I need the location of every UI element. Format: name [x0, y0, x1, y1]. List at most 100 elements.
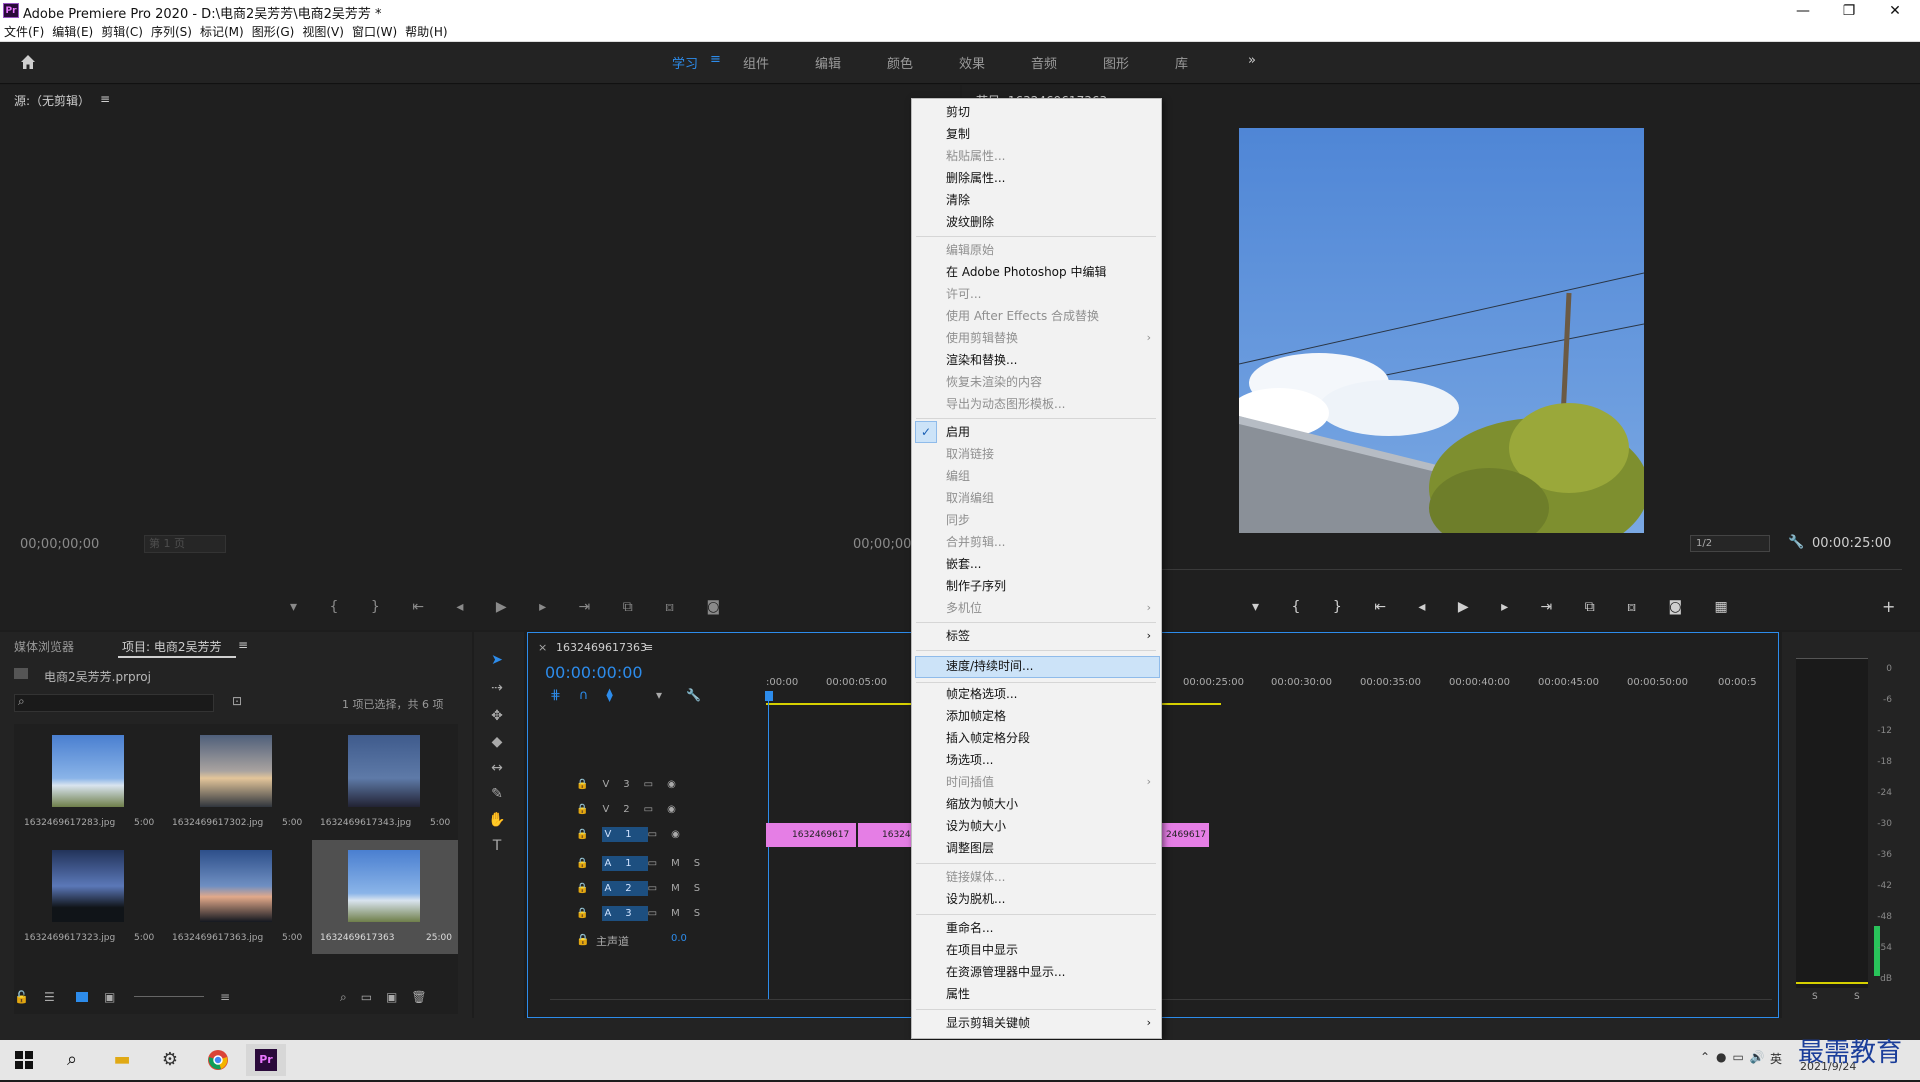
workspace-more-button[interactable]: »	[1248, 53, 1256, 68]
home-icon[interactable]	[18, 52, 38, 72]
menu-item-ripple-delete[interactable]: 波纹删除	[946, 212, 1156, 233]
menu-item-restore-unrendered[interactable]: 恢复未渲染的内容	[946, 372, 1156, 393]
type-tool-icon[interactable]: T	[487, 838, 507, 858]
menu-item-replace-with-ae[interactable]: 使用 After Effects 合成替换	[946, 306, 1156, 327]
settings-icon[interactable]: ⚙	[150, 1044, 190, 1076]
workspace-audio[interactable]: 音频	[1031, 53, 1057, 72]
track-select-tool-icon[interactable]: ⇢	[487, 680, 507, 700]
menu-item-paste-attributes[interactable]: 粘贴属性...	[946, 146, 1156, 167]
track-v3-controls[interactable]: 🔒V3▭◉	[576, 779, 690, 790]
menu-item-copy[interactable]: 复制	[946, 124, 1156, 145]
track-a3-controls[interactable]: 🔒 A3 ▭MS	[576, 906, 714, 921]
workspace-color[interactable]: 颜色	[887, 53, 913, 72]
sort-icon[interactable]: ≡	[220, 990, 230, 1004]
menu-item-speed-duration[interactable]: 速度/持续时间...	[946, 656, 1156, 677]
menu-edit[interactable]: 编辑(E)	[48, 22, 97, 42]
clip[interactable]: 2469617	[1161, 823, 1209, 847]
track-v1-controls[interactable]: 🔒 V1 ▭◉	[576, 827, 694, 842]
menu-item-reveal-in-project[interactable]: 在项目中显示	[946, 940, 1156, 961]
wrench-icon[interactable]: 🔧	[1788, 535, 1804, 550]
menu-item-edit-in-photoshop[interactable]: 在 Adobe Photoshop 中编辑	[946, 262, 1156, 283]
thumbnail-1[interactable]	[52, 735, 124, 807]
menu-item-make-subsequence[interactable]: 制作子序列	[946, 576, 1156, 597]
menu-sequence[interactable]: 序列(S)	[147, 22, 196, 42]
track-a1-controls[interactable]: 🔒 A1 ▭MS	[576, 856, 714, 871]
hand-tool-icon[interactable]: ✋	[487, 812, 507, 832]
menu-item-nest[interactable]: 嵌套...	[946, 554, 1156, 575]
master-volume[interactable]: 0.0	[671, 933, 687, 944]
menu-item-replace-with-clip[interactable]: 使用剪辑替换	[946, 328, 1156, 349]
menu-item-scale-to-frame[interactable]: 缩放为帧大小	[946, 794, 1156, 815]
source-monitor-title[interactable]: 源:（无剪辑）	[14, 92, 90, 109]
ripple-edit-tool-icon[interactable]: ✥	[487, 708, 507, 728]
solo-button[interactable]: S	[1854, 992, 1860, 1002]
menu-item-adjustment-layer[interactable]: 调整图层	[946, 838, 1156, 859]
menu-item-insert-frame-hold[interactable]: 插入帧定格分段	[946, 728, 1156, 749]
menu-item-field-options[interactable]: 场选项...	[946, 750, 1156, 771]
tab-project[interactable]: 项目: 电商2吴芳芳	[122, 638, 222, 655]
menu-item-merge-clips[interactable]: 合并剪辑...	[946, 532, 1156, 553]
workspace-assembly[interactable]: 组件	[743, 53, 769, 72]
menu-view[interactable]: 视图(V)	[298, 22, 348, 42]
menu-item-group[interactable]: 编组	[946, 466, 1156, 487]
menu-item-add-frame-hold[interactable]: 添加帧定格	[946, 706, 1156, 727]
tab-media-browser[interactable]: 媒体浏览器	[14, 638, 74, 655]
zoom-select[interactable]: 1/2	[1690, 535, 1770, 552]
ime-indicator[interactable]: 英	[1770, 1050, 1782, 1067]
menu-item-enable[interactable]: 启用	[946, 422, 1156, 443]
sequence-tab[interactable]: 1632469617363	[556, 641, 647, 654]
panel-menu-icon[interactable]: ≡	[238, 638, 248, 652]
workspace-graphics[interactable]: 图形	[1103, 53, 1129, 72]
thumbnail-2[interactable]	[200, 735, 272, 807]
menu-window[interactable]: 窗口(W)	[348, 22, 401, 42]
timeline-timecode[interactable]: 00:00:00:00	[545, 663, 643, 682]
menu-item-synchronize[interactable]: 同步	[946, 510, 1156, 531]
menu-file[interactable]: 文件(F)	[0, 22, 48, 42]
new-bin-icon[interactable]: ⊡	[232, 694, 242, 708]
thumbnail-5[interactable]	[200, 850, 272, 922]
maximize-button[interactable]: ❐	[1826, 0, 1872, 22]
menu-item-make-offline[interactable]: 设为脱机...	[946, 889, 1156, 910]
search-icon[interactable]: ⌕	[52, 1044, 92, 1076]
thumbnail-3[interactable]	[348, 735, 420, 807]
clip[interactable]: 1632469617	[766, 823, 856, 847]
workspace-editing[interactable]: 编辑	[815, 53, 841, 72]
thumbnail-4[interactable]	[52, 850, 124, 922]
page-select[interactable]: 第 1 页	[144, 535, 226, 553]
list-view-icon[interactable]: ☰	[44, 990, 55, 1004]
menu-item-render-and-replace[interactable]: 渲染和替换...	[946, 350, 1156, 371]
wrench-icon[interactable]: 🔧	[686, 688, 701, 702]
freeform-view-icon[interactable]: ▣	[104, 990, 115, 1004]
menu-item-multi-camera[interactable]: 多机位	[946, 598, 1156, 619]
panel-menu-icon[interactable]: ≡	[100, 92, 110, 106]
system-tray-icons[interactable]: ⌃●▭🔊	[1700, 1050, 1771, 1064]
menu-item-cut[interactable]: 剪切	[946, 102, 1156, 123]
menu-item-clear[interactable]: 清除	[946, 190, 1156, 211]
menu-graphics[interactable]: 图形(G)	[248, 22, 299, 42]
source-transport-controls[interactable]: ▾ { } ⇤ ◂ ▶ ▸ ⇥ ⧉ ⧈ ◙	[290, 599, 734, 615]
menu-icon[interactable]: ≡	[710, 52, 721, 67]
add-button-icon[interactable]: +	[1882, 597, 1895, 616]
menu-item-remove-attributes[interactable]: 删除属性...	[946, 168, 1156, 189]
search-input[interactable]	[14, 694, 214, 712]
workspace-libraries[interactable]: 库	[1175, 53, 1188, 72]
source-timecode[interactable]: 00;00;00;00	[20, 537, 99, 552]
solo-button[interactable]: S	[1812, 992, 1818, 1002]
icon-view-icon[interactable]	[76, 992, 88, 1002]
explorer-icon[interactable]: ▬	[102, 1044, 142, 1076]
razor-tool-icon[interactable]: ◆	[487, 734, 507, 754]
close-tab-icon[interactable]: ×	[538, 641, 547, 654]
workspace-learn[interactable]: 学习	[672, 53, 698, 72]
menu-item-frame-hold-options[interactable]: 帧定格选项...	[946, 684, 1156, 705]
menu-item-edit-original[interactable]: 编辑原始	[946, 240, 1156, 261]
marker-icon[interactable]: ▾	[656, 688, 662, 702]
menu-item-license[interactable]: 许可...	[946, 284, 1156, 305]
menu-help[interactable]: 帮助(H)	[401, 22, 451, 42]
clip[interactable]: 16324	[858, 823, 918, 847]
thumbnail-6[interactable]	[348, 850, 420, 922]
menu-item-properties[interactable]: 属性	[946, 984, 1156, 1005]
pen-tool-icon[interactable]: ✎	[487, 786, 507, 806]
selection-tool-icon[interactable]: ➤	[487, 652, 507, 672]
menu-item-set-to-frame[interactable]: 设为帧大小	[946, 816, 1156, 837]
minimize-button[interactable]: —	[1780, 0, 1826, 22]
